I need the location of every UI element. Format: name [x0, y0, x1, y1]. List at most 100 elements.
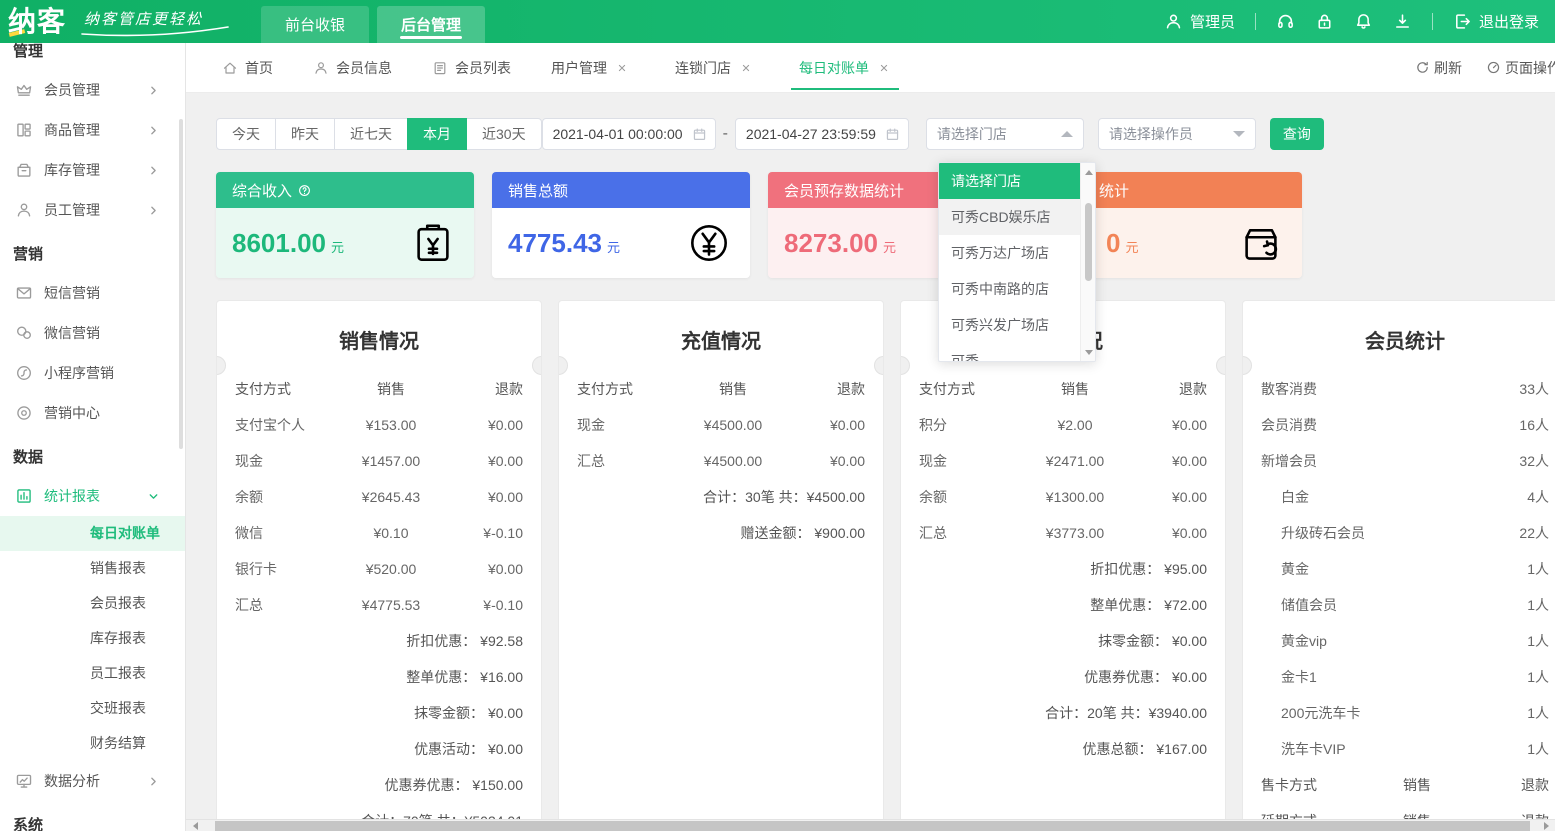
date-to-input[interactable]: 2021-04-27 23:59:59 [735, 118, 909, 150]
sidebar-item-statistics-report[interactable]: 统计报表 [0, 476, 185, 516]
stat-value-unit: 元 [1125, 237, 1138, 256]
user-menu[interactable]: 管理员 [1164, 11, 1235, 32]
cell-refund: 退款 [1477, 775, 1549, 795]
tab-member-list[interactable]: 会员列表 [432, 43, 511, 93]
sidebar-item-sms-marketing[interactable]: 短信营销 [0, 273, 185, 313]
store-option[interactable]: 可秀兴发广场店 [939, 307, 1082, 343]
range-today[interactable]: 今天 [216, 118, 276, 150]
tab-chain-stores[interactable]: 连锁门店 [675, 43, 759, 93]
search-button[interactable]: 查询 [1270, 118, 1324, 150]
page-ops-button[interactable]: 页面操作 [1486, 58, 1555, 78]
sidebar-subitem-sales-report[interactable]: 销售报表 [0, 551, 185, 586]
mail-icon [15, 284, 33, 302]
sidebar-section-data: 数据 [0, 433, 185, 476]
stat-card-value: 8601.00元 [232, 228, 344, 259]
range-month[interactable]: 本月 [407, 118, 467, 150]
scroll-up-arrow[interactable] [1081, 165, 1096, 179]
sidebar-subitem-inventory-report[interactable]: 库存报表 [0, 621, 185, 656]
sidebar-subitem-daily-reconciliation[interactable]: 每日对账单 [0, 516, 185, 551]
tab-member-info[interactable]: 会员信息 [313, 43, 392, 93]
range-yesterday[interactable]: 昨天 [275, 118, 335, 150]
store-select[interactable]: 请选择门店 [926, 118, 1084, 150]
sidebar-item-member-mgmt[interactable]: 会员管理 [0, 70, 185, 110]
tab-label: 会员信息 [336, 58, 392, 78]
scroll-down-arrow[interactable] [1081, 345, 1096, 359]
panel-consume: 消费情况支付方式销售退款积分¥2.00¥0.00现金¥2471.00¥0.00余… [900, 300, 1226, 831]
date-from-input[interactable]: 2021-04-01 00:00:00 [542, 118, 716, 150]
dropdown-scrollbar[interactable] [1080, 163, 1095, 361]
chevron-right-icon [147, 124, 160, 137]
cell-label: 余额 [235, 487, 331, 507]
download-icon[interactable] [1393, 12, 1412, 31]
stat-row: 200元洗车卡1人 [1261, 695, 1549, 731]
sidebar-item-data-analysis[interactable]: 数据分析 [0, 761, 185, 801]
store-select-value: 请选择门店 [937, 124, 1007, 144]
sidebar-item-staff-mgmt[interactable]: 员工管理 [0, 190, 185, 230]
range-last7[interactable]: 近七天 [334, 118, 408, 150]
scroll-left-arrow[interactable] [186, 820, 200, 831]
divider [1432, 13, 1433, 30]
stat-label: 散客消费 [1261, 379, 1317, 399]
headset-icon[interactable] [1276, 12, 1295, 31]
tab-daily-reconciliation[interactable]: 每日对账单 [799, 43, 897, 93]
sidebar-item-marketing-center[interactable]: 营销中心 [0, 393, 185, 433]
sidebar-subitem-finance-settlement[interactable]: 财务结算 [0, 726, 185, 761]
horizontal-scrollbar[interactable] [186, 819, 1555, 831]
close-icon [878, 62, 890, 74]
store-option[interactable]: 可秀万达广场店 [939, 235, 1082, 271]
table-header-row: 支付方式销售退款 [919, 371, 1207, 407]
sidebar-subitem-member-report[interactable]: 会员报表 [0, 586, 185, 621]
logout-icon [1453, 12, 1472, 31]
operator-select-value: 请选择操作员 [1109, 124, 1193, 144]
dropdown-scrollbar-thumb[interactable] [1085, 203, 1092, 281]
refresh-button[interactable]: 刷新 [1415, 58, 1462, 78]
miniprogram-icon [15, 364, 33, 382]
bell-icon[interactable] [1354, 12, 1373, 31]
stat-card-body: 8601.00元 [216, 208, 474, 278]
tab-home[interactable]: 首页 [222, 43, 273, 93]
stat-value: 1人 [1527, 667, 1549, 687]
sidebar-item-miniprogram-marketing[interactable]: 小程序营销 [0, 353, 185, 393]
store-option[interactable]: 可秀 [939, 343, 1082, 362]
sidebar-item-wechat-marketing[interactable]: 微信营销 [0, 313, 185, 353]
chevron-right-icon [147, 775, 160, 788]
topbar: 纳客 纳客管店更轻松 前台收银后台管理 管理员 退出登录 [0, 0, 1555, 43]
logout-label: 退出登录 [1479, 11, 1539, 32]
table-row: 银行卡¥520.00¥0.00 [235, 551, 523, 587]
tagline-swoosh [80, 25, 230, 37]
sidebar-subitem-shift-report[interactable]: 交班报表 [0, 691, 185, 726]
page-ops-label: 页面操作 [1505, 58, 1555, 78]
scroll-right-arrow[interactable] [1541, 820, 1555, 831]
sidebar-subitem-staff-report[interactable]: 员工报表 [0, 656, 185, 691]
stat-label: 白金 [1281, 487, 1309, 507]
sidebar-item-goods-mgmt[interactable]: 商品管理 [0, 110, 185, 150]
panel-member-stats: 会员统计散客消费33人会员消费16人新增会员32人白金4人升级砖石会员22人黄金… [1242, 300, 1555, 831]
logo-text: 纳客 [8, 2, 66, 42]
stat-label: 200元洗车卡 [1281, 703, 1360, 723]
logout-button[interactable]: 退出登录 [1453, 11, 1539, 32]
cell-sales: 销售 [1357, 775, 1477, 795]
stat-card-title: 综合收入 [216, 172, 474, 208]
top-tab-front-cashier[interactable]: 前台收银 [261, 6, 369, 43]
sidebar-item-inventory-mgmt[interactable]: 库存管理 [0, 150, 185, 190]
horizontal-scrollbar-thumb[interactable] [215, 821, 1530, 831]
top-tab-backend-admin[interactable]: 后台管理 [377, 6, 485, 43]
cell-label: 售卡方式 [1261, 775, 1357, 795]
table-row: 汇总¥4775.53¥-0.10 [235, 587, 523, 623]
lock-icon[interactable] [1315, 12, 1334, 31]
stat-card-sales-total: 销售总额4775.43元 [492, 172, 750, 278]
cell-sales: ¥4775.53 [331, 597, 451, 613]
store-option[interactable]: 可秀CBD娱乐店 [939, 199, 1082, 235]
summary-line: 折扣优惠： ¥95.00 [919, 551, 1207, 587]
tab-user-mgmt[interactable]: 用户管理 [551, 43, 635, 93]
table-header-row: 售卡方式销售退款 [1261, 767, 1549, 803]
operator-select[interactable]: 请选择操作员 [1098, 118, 1256, 150]
store-option[interactable]: 请选择门店 [939, 163, 1082, 199]
store-option[interactable]: 可秀中南路的店 [939, 271, 1082, 307]
chart-icon [15, 487, 33, 505]
range-last30[interactable]: 近30天 [466, 118, 542, 150]
sidebar-scrollbar-thumb[interactable] [179, 119, 183, 449]
stat-label: 储值会员 [1281, 595, 1337, 615]
table-row: 汇总¥3773.00¥0.00 [919, 515, 1207, 551]
cell-refund: ¥0.00 [451, 561, 523, 577]
